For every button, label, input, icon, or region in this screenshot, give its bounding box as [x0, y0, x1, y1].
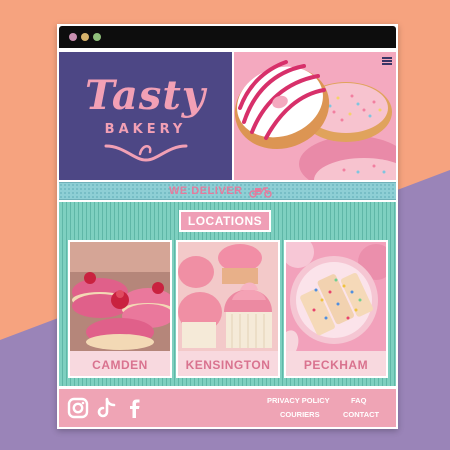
window-titlebar [59, 26, 396, 48]
location-label-camden: CAMDEN [92, 357, 148, 372]
logo-swirl-ornament [104, 144, 188, 162]
macarons-photo [70, 242, 170, 351]
we-deliver-banner[interactable]: WE DELIVER [59, 182, 396, 200]
location-label-peckham: PECKHAM [303, 357, 369, 372]
location-card-camden[interactable]: CAMDEN [68, 240, 172, 378]
browser-window: Tasty BAKERY WE DELIVER LOCATIONS CAMDEN… [57, 24, 398, 429]
we-deliver-text: WE DELIVER [169, 185, 243, 197]
minimize-dot[interactable] [81, 33, 89, 41]
brand-logo-panel[interactable]: Tasty BAKERY [59, 52, 232, 180]
privacy-policy-link[interactable]: PRIVACY POLICY [267, 396, 330, 405]
hamburger-menu-icon[interactable] [382, 57, 392, 65]
logo-wordmark: Tasty [84, 72, 207, 119]
locations-section: LOCATIONS CAMDEN KENSINGTON PECKHAM [59, 202, 396, 386]
location-card-kensington[interactable]: KENSINGTON [176, 240, 280, 378]
donuts-hero-photo [234, 52, 396, 180]
site-footer: PRIVACY POLICY FAQ COURIERS CONTACT [59, 389, 396, 427]
location-label-kensington: KENSINGTON [185, 357, 271, 372]
scooter-icon [249, 187, 273, 198]
faq-link[interactable]: FAQ [351, 396, 366, 405]
close-dot[interactable] [69, 33, 77, 41]
logo-subtitle: BAKERY [104, 122, 187, 137]
facebook-icon[interactable] [123, 397, 145, 419]
location-card-peckham[interactable]: PECKHAM [284, 240, 388, 378]
maximize-dot[interactable] [93, 33, 101, 41]
social-links [67, 397, 145, 419]
contact-link[interactable]: CONTACT [343, 410, 379, 419]
instagram-icon[interactable] [67, 397, 89, 419]
cupcakes-photo [178, 242, 278, 351]
locations-button[interactable]: LOCATIONS [179, 210, 271, 232]
tiktok-icon[interactable] [95, 397, 117, 419]
sprinkle-cookies-photo [286, 242, 386, 351]
donuts-illustration [234, 52, 396, 180]
couriers-link[interactable]: COURIERS [280, 410, 320, 419]
